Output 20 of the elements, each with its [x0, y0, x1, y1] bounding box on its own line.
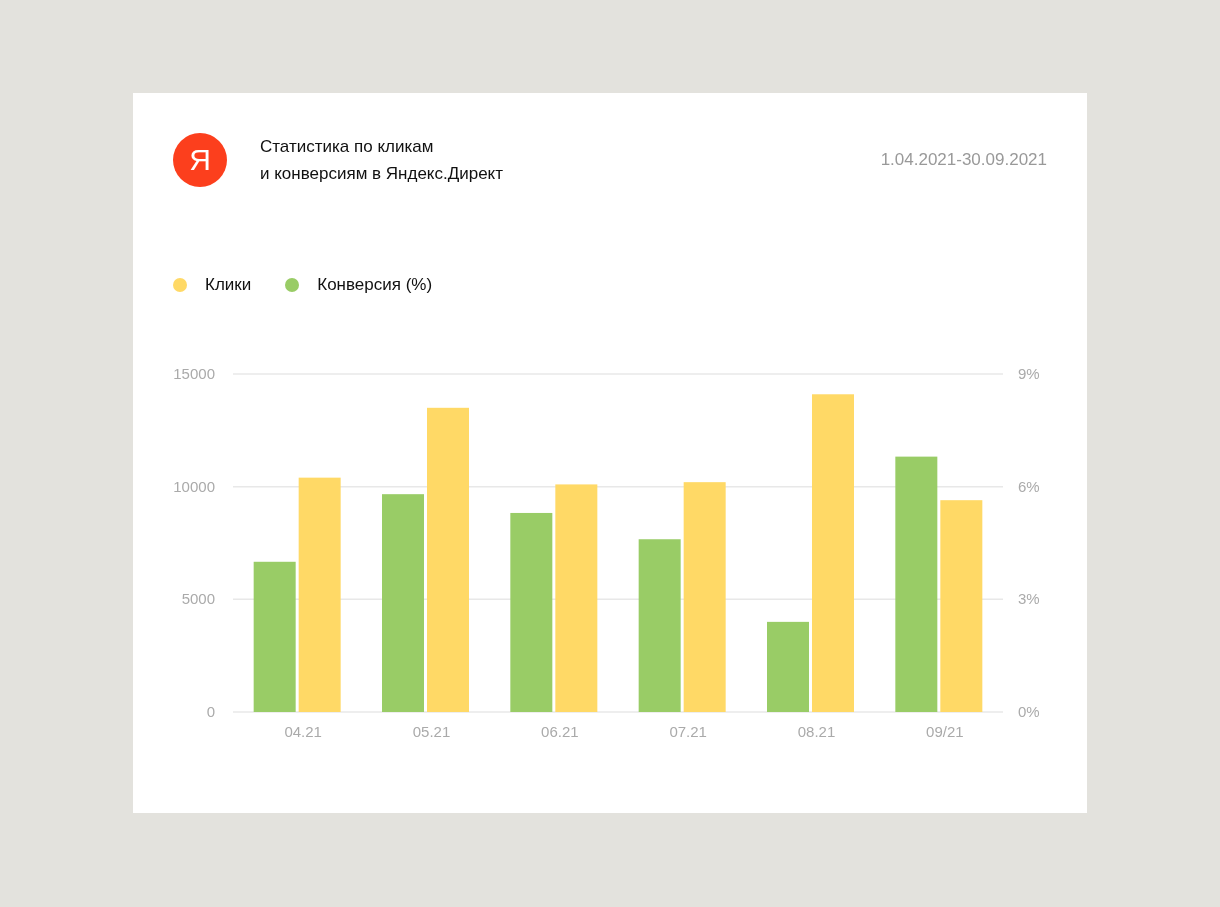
y-axis-label: 6%: [1018, 477, 1040, 495]
title-line: и конверсиям в Яндекс.Директ: [260, 163, 504, 185]
y-axis-label: 9%: [1018, 365, 1040, 382]
x-axis-label: 09/21: [926, 723, 964, 740]
y-axis-label: 0%: [1018, 703, 1040, 720]
title-line: Статистика по кликам: [260, 136, 435, 158]
x-axis-label: 05.21: [412, 723, 451, 740]
date-range: 1.04.2021-30.09.2021: [880, 150, 1047, 170]
logo: Я: [173, 133, 227, 187]
legend-label: Конверсия (%): [317, 275, 433, 295]
y-axis-label: 3%: [1018, 590, 1040, 608]
y-axis-label: 0: [206, 703, 215, 720]
y-axis-label: 5000: [181, 590, 215, 608]
legend-label: Клики: [205, 275, 252, 295]
x-axis-label: 07.21: [669, 723, 707, 740]
x-axis-label: 08.21: [797, 723, 836, 740]
y-axis-label: 15000: [173, 365, 215, 382]
x-axis-label: 04.21: [284, 723, 322, 740]
y-axis-label: 10000: [173, 477, 215, 495]
x-axis-label: 06.21: [541, 723, 579, 740]
